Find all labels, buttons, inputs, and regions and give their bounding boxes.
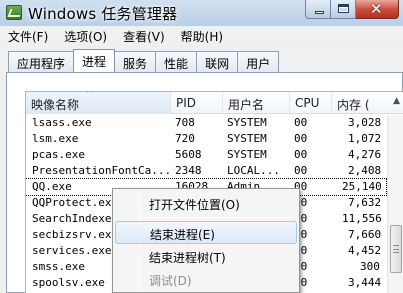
cell-memory: 7,632 — [348, 196, 382, 209]
column-image-name-label: 映像名称 — [31, 98, 80, 112]
window-title: Windows 任务管理器 — [28, 5, 178, 23]
cell-image-name: services.exe — [32, 244, 112, 257]
tab-strip: 应用程序 进程 服务 性能 联网 用户 — [8, 49, 280, 72]
list-header: ^ 映像名称 PID 用户名 CPU 内存 ( ▲ — [26, 92, 403, 114]
close-button[interactable]: ✕ — [356, 0, 399, 19]
menu-open-file-location[interactable]: 打开文件位置(O) — [115, 192, 297, 215]
context-menu: 打开文件位置(O) 结束进程(E) 结束进程树(T) 调试(D) — [112, 188, 300, 293]
cell-image-name: PresentationFontCa... — [32, 164, 172, 177]
cell-memory: 11,556 — [342, 212, 382, 225]
table-row[interactable]: lsass.exe 708 SYSTEM 00 3,028 — [26, 115, 386, 131]
sort-ascending-icon: ^ — [86, 92, 93, 98]
column-username-label: 用户名 — [228, 98, 265, 112]
cell-username: SYSTEM — [227, 116, 267, 129]
cell-username: SYSTEM — [227, 132, 267, 145]
close-icon: ✕ — [370, 0, 383, 18]
cell-image-name: spoolsv.exe — [32, 276, 105, 289]
menu-options[interactable]: 选项(O) — [56, 26, 115, 45]
cell-cpu: 00 — [294, 116, 308, 129]
cell-memory: 4,452 — [348, 244, 382, 257]
cell-pid: 2348 — [175, 164, 202, 177]
cell-memory: 300 — [360, 260, 380, 273]
task-manager-icon — [6, 5, 22, 20]
menu-end-process-tree[interactable]: 结束进程树(T) — [115, 245, 297, 268]
column-image-name[interactable]: ^ 映像名称 — [26, 92, 171, 114]
table-row[interactable]: pcas.exe 5608 SYSTEM 00 4,276 — [26, 147, 386, 163]
tab-performance[interactable]: 性能 — [155, 51, 198, 72]
cell-cpu: 00 — [294, 148, 308, 161]
cell-memory: 1,072 — [348, 132, 382, 145]
cell-username: LOCAL... — [227, 164, 280, 177]
maximize-icon — [338, 4, 349, 13]
cell-image-name: secbizsrv.exe — [32, 228, 119, 241]
cell-memory: 3,444 — [348, 276, 382, 289]
window-controls: ✕ — [305, 0, 399, 19]
table-row[interactable]: PresentationFontCa... 2348 LOCAL... 00 2… — [26, 163, 386, 179]
tab-processes[interactable]: 进程 — [73, 49, 116, 72]
column-cpu-label: CPU — [295, 96, 320, 110]
tab-services[interactable]: 服务 — [114, 51, 157, 72]
task-manager-window: Windows 任务管理器 ✕ 文件(F) 选项(O) 查看(V) 帮助(H) … — [0, 0, 403, 293]
cell-username: SYSTEM — [227, 148, 267, 161]
cell-cpu: 00 — [294, 132, 308, 145]
menu-help[interactable]: 帮助(H) — [173, 26, 231, 45]
cell-image-name: QQ.exe — [32, 180, 72, 193]
minimize-button[interactable] — [305, 0, 331, 19]
scrollbar-thumb[interactable] — [390, 225, 402, 273]
tab-users[interactable]: 用户 — [237, 51, 280, 72]
cell-memory: 3,028 — [348, 116, 382, 129]
menu-separator — [143, 217, 297, 218]
table-row[interactable]: lsm.exe 720 SYSTEM 00 1,072 — [26, 131, 386, 147]
column-cpu[interactable]: CPU — [290, 92, 332, 114]
cell-image-name: lsass.exe — [32, 116, 92, 129]
cell-memory: 25,140 — [342, 180, 382, 193]
cell-image-name: smss.exe — [32, 260, 85, 273]
menu-debug: 调试(D) — [149, 274, 192, 288]
grip-icon — [393, 245, 399, 253]
cell-pid: 5608 — [175, 148, 202, 161]
tab-networking[interactable]: 联网 — [196, 51, 239, 72]
menu-bar: 文件(F) 选项(O) 查看(V) 帮助(H) — [0, 26, 403, 45]
menu-end-process[interactable]: 结束进程(E) — [115, 221, 297, 244]
cell-memory: 7,660 — [348, 228, 382, 241]
cell-image-name: QQProtect.exe — [32, 196, 119, 209]
column-username[interactable]: 用户名 — [223, 92, 290, 114]
tab-applications[interactable]: 应用程序 — [8, 51, 75, 72]
cell-memory: 2,408 — [348, 164, 382, 177]
column-pid[interactable]: PID — [171, 92, 223, 114]
column-memory-label: 内存 ( — [337, 98, 370, 112]
cell-image-name: pcas.exe — [32, 148, 85, 161]
minimize-icon — [315, 11, 324, 14]
menu-file[interactable]: 文件(F) — [0, 26, 56, 45]
column-memory[interactable]: 内存 ( ▲ — [332, 92, 403, 114]
menu-view[interactable]: 查看(V) — [115, 26, 173, 45]
cell-memory: 4,276 — [348, 148, 382, 161]
column-pid-label: PID — [176, 96, 197, 110]
maximize-button[interactable] — [331, 0, 356, 19]
cell-image-name: lsm.exe — [32, 132, 79, 145]
scroll-up-arrow-icon[interactable]: ▲ — [393, 96, 400, 106]
cell-image-name: SearchIndexer — [32, 212, 119, 225]
cell-cpu: 00 — [294, 164, 308, 177]
cell-pid: 708 — [175, 116, 195, 129]
vertical-scrollbar[interactable] — [387, 115, 403, 293]
title-bar[interactable]: Windows 任务管理器 ✕ — [0, 0, 403, 26]
cell-pid: 720 — [175, 132, 195, 145]
